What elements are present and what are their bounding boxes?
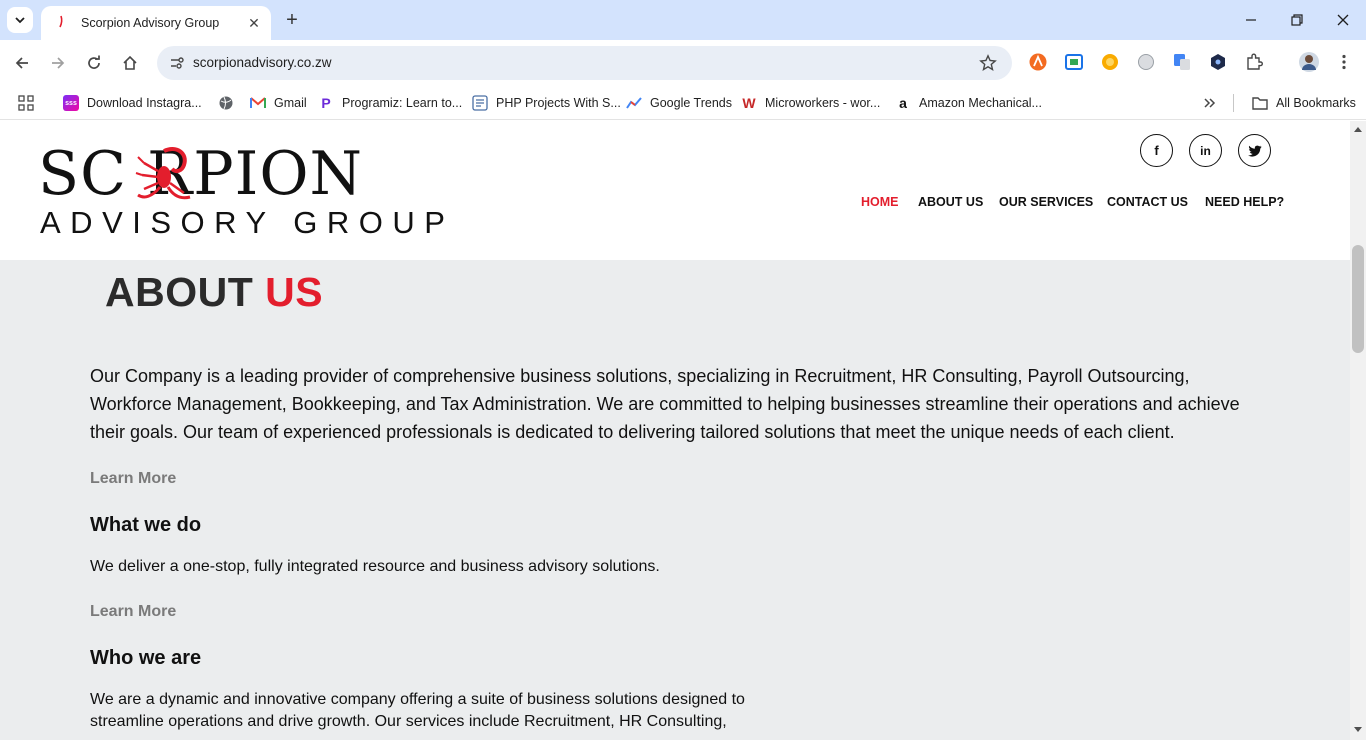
shield-extension-icon[interactable]: [1208, 52, 1228, 72]
browser-tab[interactable]: Scorpion Advisory Group ✕: [41, 6, 271, 40]
who-we-are-line-2: streamline operations and drive growth. …: [90, 713, 727, 730]
avast-extension-icon[interactable]: [1028, 52, 1048, 72]
tab-search-button[interactable]: [7, 7, 33, 33]
site-settings-icon[interactable]: [165, 51, 189, 75]
bookmark-item[interactable]: P Programiz: Learn to...: [318, 92, 462, 114]
bookmark-item[interactable]: a Amazon Mechanical...: [895, 92, 1042, 114]
bookmark-star-icon[interactable]: [978, 53, 998, 73]
bookmark-label: Gmail: [274, 96, 307, 110]
orange-extension-icon[interactable]: [1100, 52, 1120, 72]
bookmarks-bar: sss Download Instagra... Gmail P Program…: [0, 86, 1366, 120]
what-we-do-text: We deliver a one-stop, fully integrated …: [90, 558, 660, 575]
forward-button[interactable]: [44, 49, 72, 77]
learn-more-link-1[interactable]: Learn More: [90, 470, 176, 488]
bookmark-label: Amazon Mechanical...: [919, 96, 1042, 110]
who-we-are-heading: Who we are: [90, 647, 202, 669]
new-tab-button[interactable]: +: [280, 8, 304, 32]
bookmark-label: Microworkers - wor...: [765, 96, 881, 110]
about-heading: ABOUT US: [105, 269, 323, 316]
linkedin-link[interactable]: in: [1189, 134, 1222, 167]
url-text: scorpionadvisory.co.zw: [193, 55, 332, 70]
close-window-button[interactable]: [1320, 0, 1366, 40]
microworkers-icon: W: [742, 95, 756, 111]
folder-icon: [1252, 95, 1268, 111]
more-bookmarks-button[interactable]: [1203, 92, 1217, 114]
minimize-icon: [1246, 19, 1256, 21]
nav-contact-us[interactable]: CONTACT US: [1107, 195, 1188, 209]
scorpion-logo[interactable]: SC RPION ADVISORY GROUP: [38, 139, 445, 240]
google-translate-icon[interactable]: [1172, 52, 1192, 72]
gmail-icon: [250, 95, 266, 111]
restore-button[interactable]: [1274, 0, 1320, 40]
back-button[interactable]: [8, 49, 36, 77]
facebook-icon: f: [1154, 143, 1159, 158]
browser-toolbar: scorpionadvisory.co.zw: [0, 40, 1366, 86]
home-icon: [123, 55, 137, 70]
address-bar[interactable]: scorpionadvisory.co.zw: [157, 46, 1012, 80]
scorpion-favicon-icon: [53, 15, 69, 31]
all-bookmarks-button[interactable]: All Bookmarks: [1252, 92, 1356, 114]
nav-home[interactable]: HOME: [861, 195, 899, 209]
linkedin-icon: in: [1200, 143, 1211, 158]
scrollbar-thumb[interactable]: [1352, 245, 1364, 353]
tab-title: Scorpion Advisory Group: [81, 16, 220, 30]
site-header: SC RPION ADVISORY GROUP f in HOME ABOUT …: [0, 121, 1350, 260]
bookmark-label: PHP Projects With S...: [496, 96, 621, 110]
bookmark-item[interactable]: PHP Projects With S...: [472, 92, 621, 114]
bookmark-item[interactable]: Gmail: [250, 92, 307, 114]
menu-kebab-icon[interactable]: [1334, 52, 1354, 72]
facebook-link[interactable]: f: [1140, 134, 1173, 167]
screen-capture-extension-icon[interactable]: [1064, 52, 1084, 72]
bookmarks-divider: [1233, 94, 1234, 112]
bookmark-item[interactable]: sss Download Instagra...: [63, 92, 202, 114]
bookmark-item[interactable]: Google Trends: [626, 92, 732, 114]
gray-extension-icon[interactable]: [1136, 52, 1156, 72]
who-we-are-line-1: We are a dynamic and innovative company …: [90, 691, 745, 708]
learn-more-link-2[interactable]: Learn More: [90, 603, 176, 621]
php-projects-icon: [472, 95, 488, 111]
arrow-right-icon: [52, 57, 65, 69]
twitter-icon: [1247, 145, 1261, 157]
home-button[interactable]: [116, 49, 144, 77]
page-viewport: SC RPION ADVISORY GROUP f in HOME ABOUT …: [0, 121, 1350, 740]
what-we-do-heading: What we do: [90, 514, 202, 536]
bookmark-label: Download Instagra...: [87, 96, 202, 110]
twitter-link[interactable]: [1238, 134, 1271, 167]
close-tab-icon[interactable]: ✕: [243, 12, 265, 34]
profile-avatar[interactable]: [1298, 51, 1320, 73]
apps-grid-icon[interactable]: [18, 92, 34, 114]
arrow-left-icon: [15, 57, 28, 69]
page-scrollbar[interactable]: [1350, 121, 1366, 740]
scorpion-icon: [135, 146, 191, 200]
intro-paragraph: Our Company is a leading provider of com…: [90, 366, 1240, 442]
globe-icon: [219, 96, 233, 110]
minimize-button[interactable]: [1228, 0, 1274, 40]
about-heading-part1: ABOUT: [105, 269, 254, 315]
bookmark-label: Google Trends: [650, 96, 732, 110]
about-heading-part2: US: [265, 269, 324, 315]
logo-subtitle: ADVISORY GROUP: [40, 205, 455, 240]
chevron-double-right-icon: [1204, 98, 1216, 108]
puzzle-extensions-icon[interactable]: [1244, 52, 1264, 72]
nav-our-services[interactable]: OUR SERVICES: [999, 195, 1093, 209]
nav-need-help[interactable]: NEED HELP?: [1205, 195, 1284, 209]
close-icon: [1337, 14, 1349, 26]
tab-strip: Scorpion Advisory Group ✕ +: [0, 0, 1366, 40]
all-bookmarks-label: All Bookmarks: [1276, 96, 1356, 110]
sss-icon: sss: [63, 95, 79, 111]
reload-button[interactable]: [80, 49, 108, 77]
bookmark-label: Programiz: Learn to...: [342, 96, 463, 110]
nav-about-us[interactable]: ABOUT US: [918, 195, 983, 209]
restore-icon: [1291, 14, 1303, 26]
logo-wordmark: SC RPION: [38, 139, 364, 209]
amazon-icon: a: [899, 95, 907, 111]
globe-bookmark[interactable]: [218, 92, 234, 114]
bookmark-item[interactable]: W Microworkers - wor...: [741, 92, 880, 114]
reload-icon: [88, 55, 100, 69]
google-trends-icon: [626, 95, 642, 111]
programiz-icon: P: [321, 95, 331, 111]
scroll-up-arrow-icon[interactable]: [1354, 126, 1362, 132]
scroll-down-arrow-icon[interactable]: [1354, 727, 1362, 733]
chevron-down-icon: [15, 17, 25, 24]
